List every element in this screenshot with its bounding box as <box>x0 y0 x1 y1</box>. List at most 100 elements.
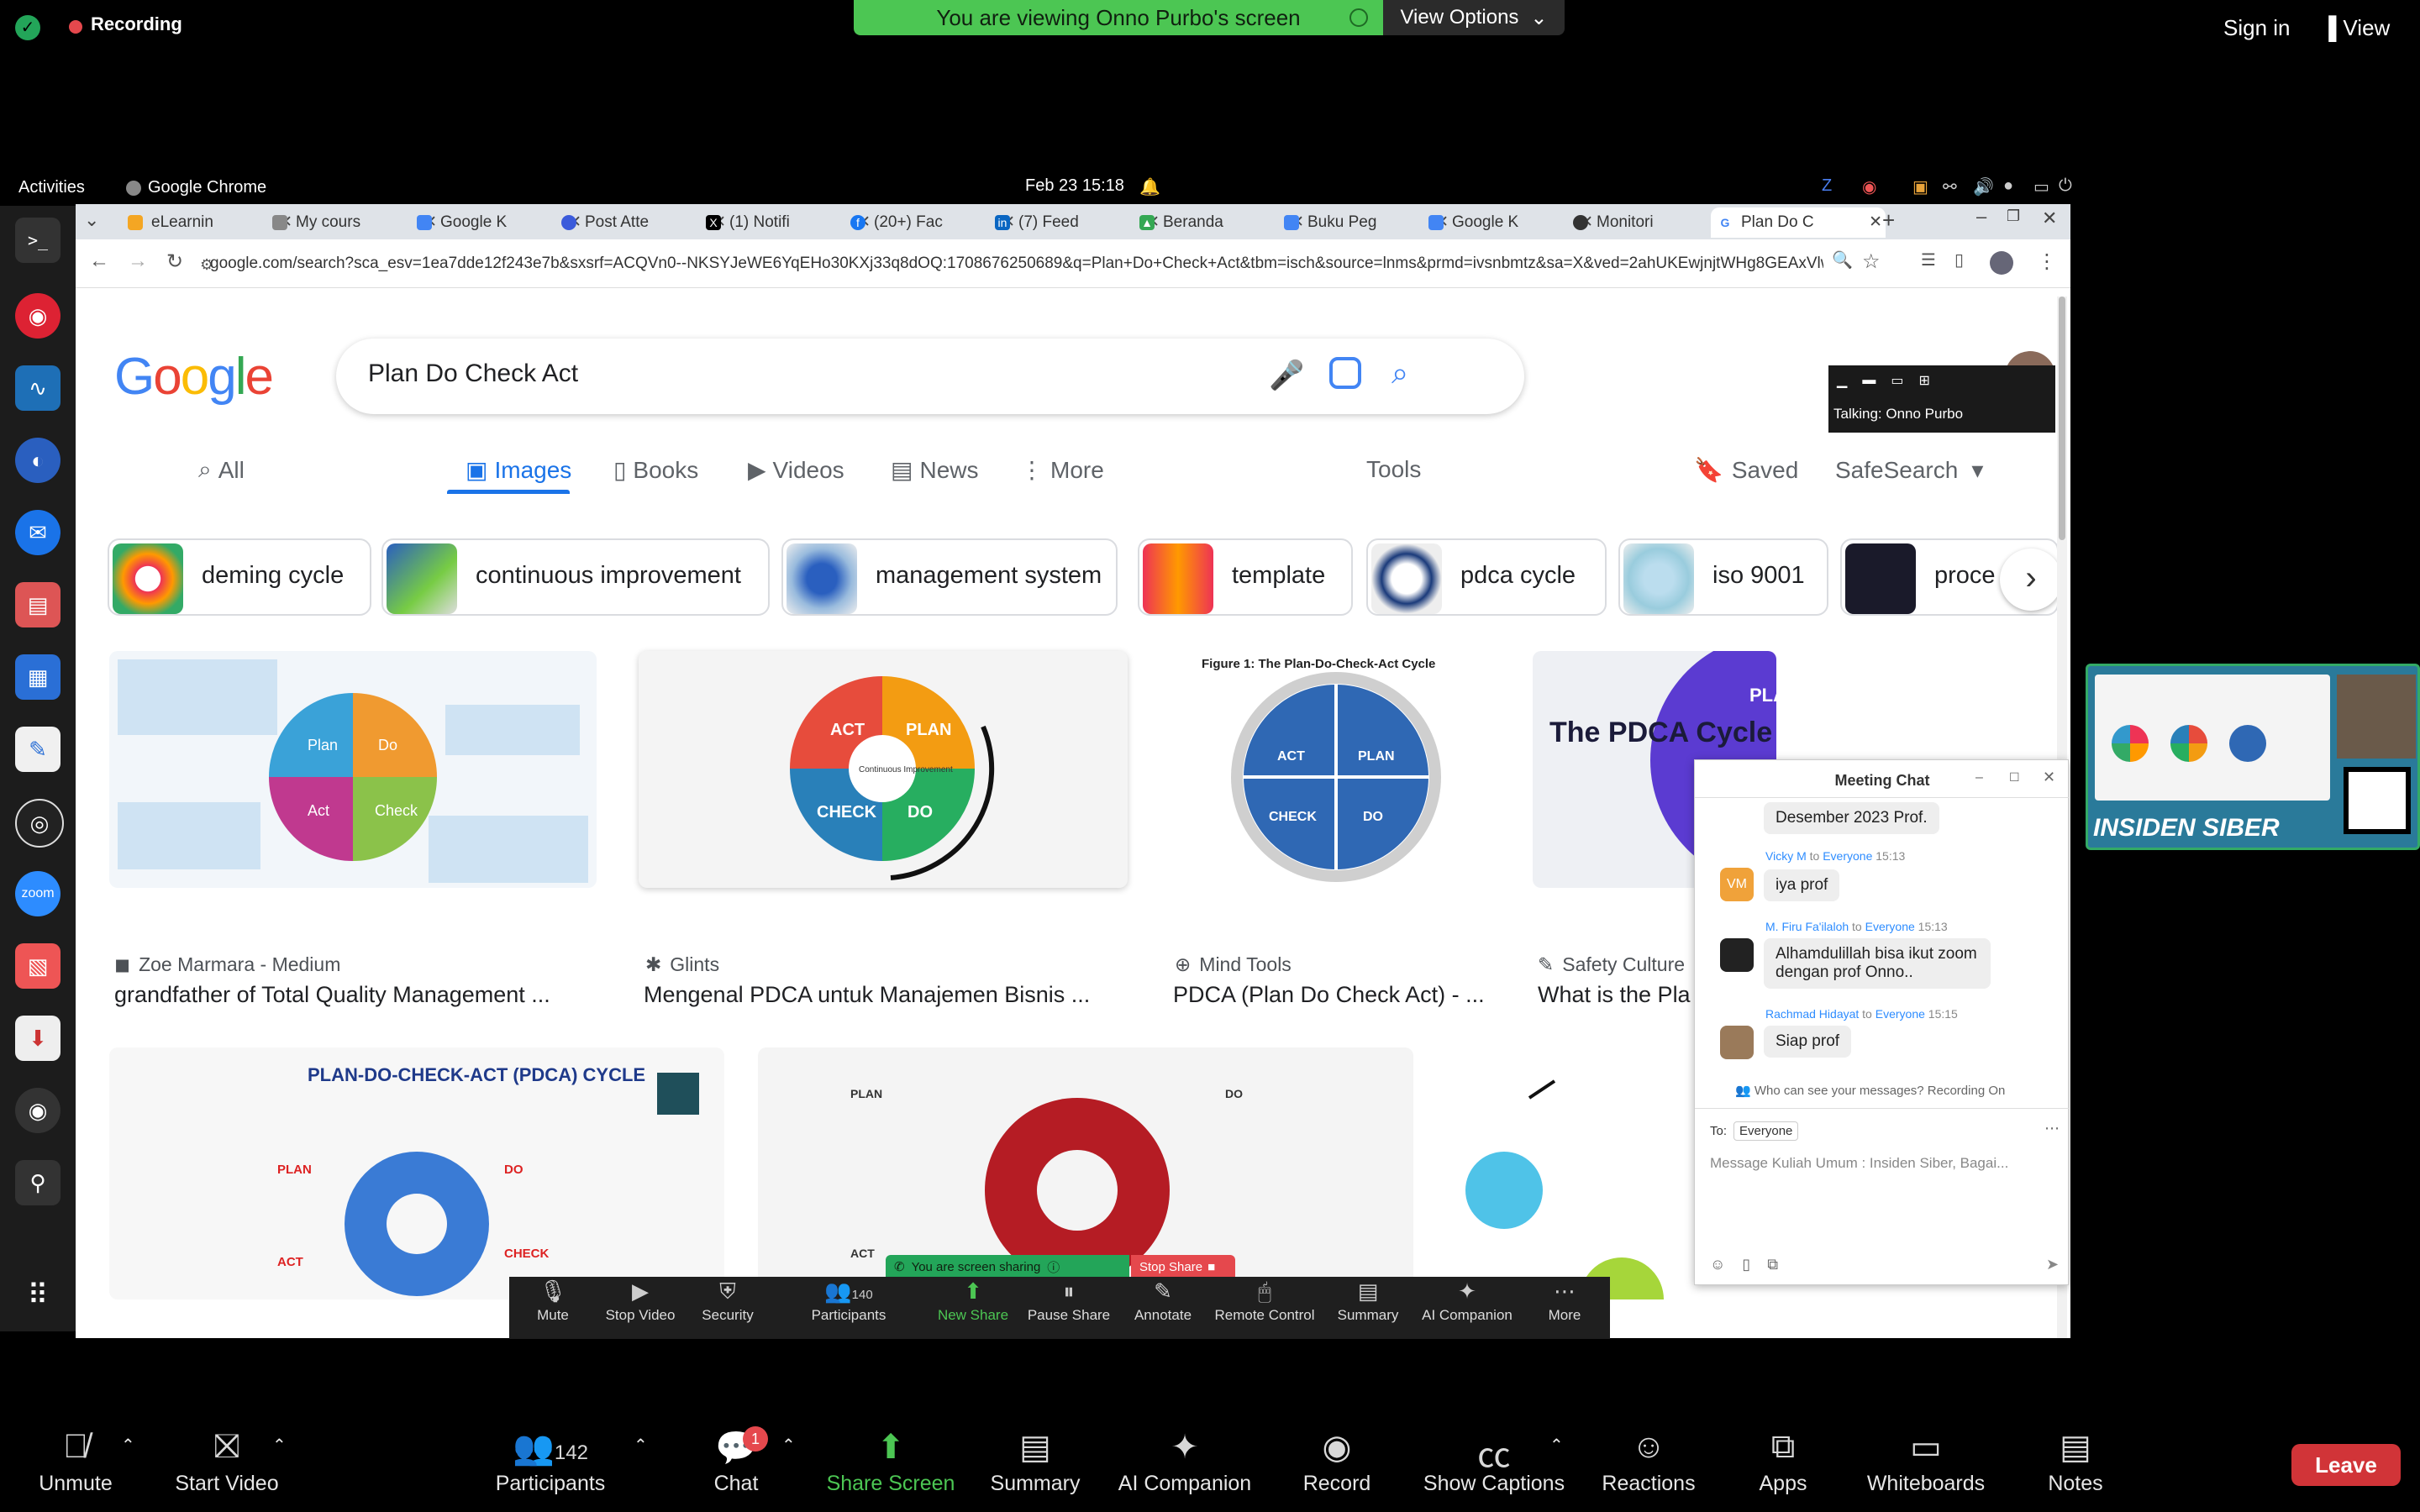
close-icon[interactable]: ✕ <box>2043 769 2055 786</box>
result-source[interactable]: ◼ Zoe Marmara - Medium <box>114 953 340 976</box>
profile-avatar[interactable] <box>1990 251 2013 275</box>
search-icon[interactable]: 🔍 <box>1832 249 1853 270</box>
monitor-app-icon[interactable]: ∿ <box>15 365 60 411</box>
zoom-dock-icon[interactable]: zoom <box>15 871 60 916</box>
battery-icon[interactable]: ▭ <box>2033 176 2049 197</box>
safesearch-button[interactable]: SafeSearch ▾ <box>1835 456 1983 484</box>
search-icon[interactable]: ⌕ <box>1392 355 1408 391</box>
notes-button[interactable]: ▤ Notes <box>2037 1428 2114 1496</box>
result-image[interactable]: Plan Do Act Check <box>109 651 597 888</box>
compact-view-icon[interactable]: ▬ <box>1862 373 1876 388</box>
chat-visibility-note[interactable]: 👥 Who can see your messages? Recording O… <box>1735 1083 2005 1098</box>
tab-videos[interactable]: ▶ Videos <box>748 456 844 484</box>
download-icon[interactable]: ⬇ <box>15 1016 60 1061</box>
result-source[interactable]: ✎ Safety Culture <box>1538 953 1685 976</box>
tab-all[interactable]: ⌕ All <box>198 456 245 484</box>
participants-button[interactable]: 👥142 Participants <box>487 1428 613 1496</box>
screenshot-icon[interactable]: ⧉ <box>1767 1256 1778 1273</box>
usb-icon[interactable]: ⚲ <box>15 1160 60 1205</box>
search-input[interactable]: Plan Do Check Act <box>368 360 578 388</box>
result-source[interactable]: ✱ Glints <box>645 953 719 976</box>
shield-check-icon[interactable]: ✓ <box>15 15 40 40</box>
related-chip[interactable]: template <box>1138 538 1353 616</box>
remote-control-button[interactable]: 🖱 Remote Control <box>1210 1278 1319 1324</box>
back-icon[interactable]: ← <box>89 249 109 273</box>
stop-share-button[interactable]: Stop Share ■ <box>1131 1255 1235 1278</box>
emoji-icon[interactable]: ☺ <box>1710 1256 1725 1273</box>
network-icon[interactable]: ⚯ <box>1943 176 1957 197</box>
ai-companion-button[interactable]: ✦ AI Companion <box>1417 1278 1518 1324</box>
related-chip[interactable]: continuous improvement <box>381 538 770 616</box>
floating-view-icons[interactable]: ▁ ▬ ▭ ⊞ <box>1828 365 2055 396</box>
result-title[interactable]: What is the Pla <box>1538 982 1691 1008</box>
participants-button[interactable]: 👥140 Participants <box>807 1278 891 1324</box>
related-chip[interactable]: pdca cycle <box>1366 538 1607 616</box>
extensions-icon[interactable]: ☰ <box>1921 249 1936 270</box>
annotate-button[interactable]: ✎ Annotate <box>1121 1278 1205 1324</box>
sign-in-button[interactable]: Sign in <box>2223 15 2291 41</box>
video-options-chevron-icon[interactable]: ⌃ <box>272 1435 287 1456</box>
reactions-button[interactable]: ☺ Reactions <box>1597 1428 1701 1496</box>
more-options-icon[interactable]: ⋯ <box>2044 1120 2060 1137</box>
bell-icon[interactable]: 🔔 <box>1139 176 1160 197</box>
lens-icon[interactable] <box>1329 357 1361 389</box>
close-icon[interactable]: ✕ <box>1869 207 1882 238</box>
mic-tray-icon[interactable]: ● <box>2003 176 2013 196</box>
record-button[interactable]: ◉ Record <box>1294 1428 1380 1496</box>
slides-icon[interactable]: ▧ <box>15 943 60 989</box>
result-title[interactable]: PDCA (Plan Do Check Act) - ... <box>1173 982 1485 1008</box>
new-tab-icon[interactable]: + <box>1882 207 1895 234</box>
tab-more[interactable]: ⋮ More <box>1020 456 1104 484</box>
result-image[interactable]: Figure 1: The Plan-Do-Check-Act Cycle AC… <box>1170 651 1497 888</box>
tools-button[interactable]: Tools <box>1366 456 1421 483</box>
clock[interactable]: Feb 23 15:18 <box>1025 176 1124 196</box>
recipient-select[interactable]: Everyone <box>1733 1121 1799 1141</box>
related-chip[interactable]: management system <box>781 538 1118 616</box>
disk-icon[interactable]: ◉ <box>15 1088 60 1133</box>
apps-button[interactable]: ⧉ Apps <box>1744 1428 1822 1496</box>
app-menu[interactable]: Google Chrome <box>126 178 266 197</box>
captions-chevron-icon[interactable]: ⌃ <box>1549 1435 1564 1456</box>
pause-share-button[interactable]: ⏸ Pause Share <box>1027 1278 1111 1324</box>
speaker-video-thumbnail[interactable]: INSIDEN SIBER <box>2086 664 2420 850</box>
bookmark-star-icon[interactable]: ☆ <box>1862 249 1881 274</box>
result-title[interactable]: grandfather of Total Quality Management … <box>114 982 550 1008</box>
browser-app-icon[interactable]: ◐ <box>15 438 60 483</box>
send-icon[interactable]: ➤ <box>2046 1256 2059 1273</box>
chrome-tray-icon[interactable]: ◉ <box>1862 176 1876 197</box>
ai-companion-button[interactable]: ✦ AI Companion <box>1116 1428 1254 1496</box>
scrollbar-thumb[interactable] <box>2059 297 2065 540</box>
more-button[interactable]: ⋯ More <box>1523 1278 1607 1324</box>
show-captions-button[interactable]: ㏄ Show Captions <box>1420 1428 1568 1496</box>
tab-images[interactable]: ▣ Images <box>466 456 571 484</box>
tab-books[interactable]: ▯ Books <box>613 456 698 484</box>
power-icon[interactable]: ⏻ <box>2059 176 2072 196</box>
thunderbird-icon[interactable]: ✉ <box>15 510 60 555</box>
close-window-icon[interactable]: ✕ <box>2042 207 2057 229</box>
volume-icon[interactable]: 🔊 <box>1973 176 1994 197</box>
activities-button[interactable]: Activities <box>18 178 85 197</box>
leave-button[interactable]: Leave <box>2291 1444 2401 1486</box>
url-field[interactable]: google.com/search?sca_esv=1ea7dde12f243e… <box>210 249 1823 278</box>
result-title[interactable]: Mengenal PDCA untuk Manajemen Bisnis ... <box>644 982 1090 1008</box>
gallery-view-icon[interactable]: ⊞ <box>1918 372 1929 389</box>
voice-search-icon[interactable]: 🎤 <box>1269 359 1304 392</box>
forward-icon[interactable]: → <box>128 249 148 273</box>
files-icon[interactable]: ▤ <box>15 582 60 627</box>
zoom-tray-icon[interactable]: Z <box>1822 176 1832 196</box>
chevron-right-icon[interactable]: › <box>2000 549 2062 611</box>
chrome-dock-icon[interactable]: ◉ <box>15 293 60 339</box>
chrome-menu-icon[interactable]: ⋮ <box>2037 249 2057 274</box>
restore-icon[interactable]: ❐ <box>2007 207 2020 225</box>
tab-news[interactable]: ▤ News <box>891 456 978 484</box>
chat-message-input[interactable]: Message Kuliah Umum : Insiden Siber, Bag… <box>1710 1155 2054 1172</box>
security-button[interactable]: ⛨ Security <box>686 1278 770 1324</box>
summary-button[interactable]: ▤ Summary <box>1326 1278 1410 1324</box>
speaker-view-icon[interactable]: ▭ <box>1891 372 1903 389</box>
view-button[interactable]: ▐ View <box>2321 15 2390 41</box>
tray-app-icon[interactable]: ▣ <box>1912 176 1928 197</box>
share-screen-button[interactable]: ⬆ Share Screen <box>823 1428 958 1496</box>
minimize-icon[interactable]: ▁ <box>1837 372 1847 389</box>
unmute-button[interactable]: 🎙̸ Unmute <box>34 1428 118 1496</box>
text-editor-icon[interactable]: ✎ <box>15 727 60 772</box>
